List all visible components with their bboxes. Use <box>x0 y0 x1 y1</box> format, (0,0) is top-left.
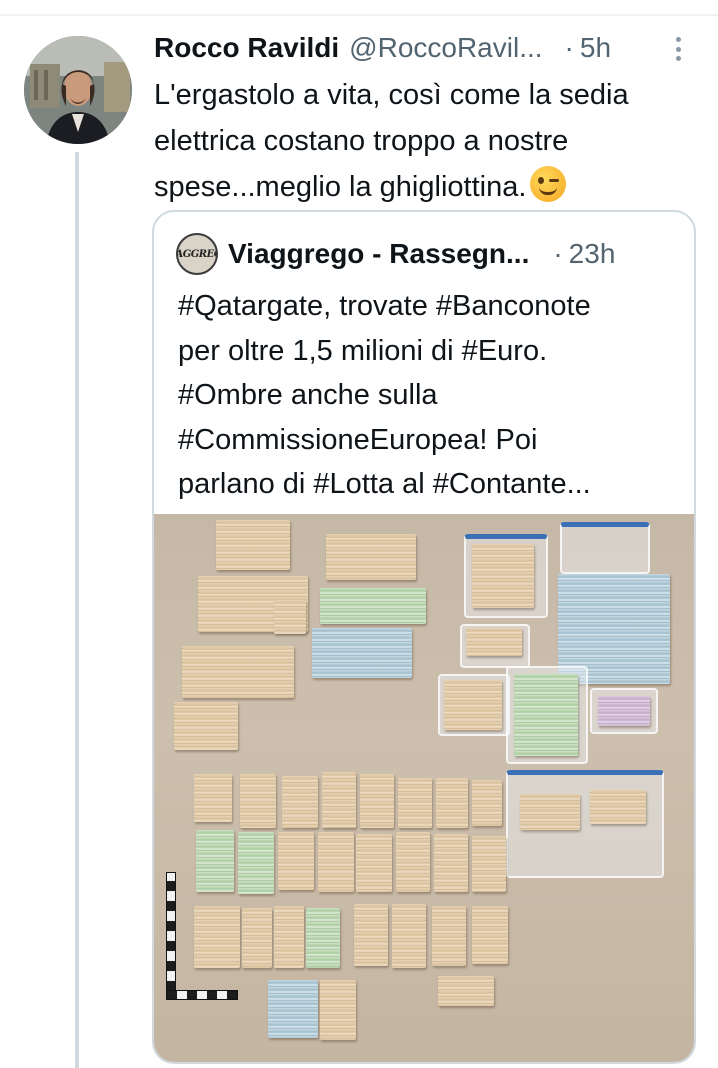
banknote-stack <box>306 908 340 968</box>
quoted-text-line: per oltre 1,5 milioni di #Euro. <box>178 334 548 367</box>
tweet-text-line: elettrica costano troppo a nostre <box>154 125 569 157</box>
banknote-stack <box>242 908 272 968</box>
tweet-text-line: spese...meglio la ghigliottina. <box>154 164 702 210</box>
banknote-stack <box>514 674 578 756</box>
banknote-stack <box>274 600 306 634</box>
banknote-stack <box>174 702 238 750</box>
quoted-separator-dot: · <box>553 238 563 269</box>
banknote-stack <box>194 774 232 822</box>
banknote-stack <box>472 544 534 608</box>
banknote-stack <box>444 680 502 730</box>
quoted-tweet-card[interactable]: VIAGGREGO Viaggrego - Rassegn... · 23h #… <box>152 210 696 1064</box>
quoted-text-line: #Ombre anche sulla <box>178 379 438 411</box>
banknote-stack <box>472 906 508 964</box>
banknote-stack <box>360 774 394 828</box>
top-divider <box>0 14 718 16</box>
banknote-stack <box>354 904 388 966</box>
tweet-text-line-content: spese...meglio la ghigliottina. <box>154 171 527 203</box>
banknote-stack <box>194 906 240 968</box>
banknote-stack <box>434 834 468 892</box>
banknote-stack <box>396 832 430 892</box>
more-vertical-icon[interactable] <box>668 34 688 64</box>
banknote-stack <box>320 588 426 624</box>
quoted-display-name: Viaggrego - Rassegn... <box>228 238 530 269</box>
separator-dot: · <box>564 32 574 63</box>
banknote-stack <box>356 834 392 892</box>
quoted-avatar-logo-text: VIAGGREGO <box>176 248 216 260</box>
tweet-text-line: L'ergastolo a vita, così come la sedia <box>154 79 629 111</box>
quoted-tweet-photo[interactable] <box>154 514 694 1062</box>
banknote-stack <box>590 790 646 824</box>
quoted-text-line: parlano di #Lotta al #Contante... <box>178 468 591 500</box>
timestamp[interactable]: 5h <box>580 28 611 68</box>
banknote-stack <box>392 904 426 968</box>
banknote-stack <box>472 780 502 826</box>
forensic-scale-ruler <box>166 872 176 992</box>
banknote-stack <box>520 794 580 830</box>
quoted-avatar-logo: VIAGGREGO <box>176 233 218 275</box>
banknote-stack <box>318 832 354 892</box>
thread-line <box>75 152 79 1068</box>
handle[interactable]: @RoccoRavil... <box>349 28 542 68</box>
quoted-timestamp: 23h <box>568 238 616 269</box>
display-name[interactable]: Rocco Ravildi <box>154 28 339 68</box>
tweet-header: Rocco Ravildi @RoccoRavil... · 5h <box>154 28 694 68</box>
banknote-stack <box>598 696 650 726</box>
banknote-stack <box>326 534 416 580</box>
quoted-tweet-text: #Qatargate, trovate #Banconote per oltre… <box>178 284 678 507</box>
banknote-stack <box>436 778 468 828</box>
banknote-stack <box>216 520 290 570</box>
banknote-stack <box>322 772 356 828</box>
banknote-stack <box>238 832 274 894</box>
forensic-scale-ruler <box>166 990 238 1000</box>
evidence-bag <box>560 522 650 574</box>
banknote-stack <box>278 832 314 890</box>
avatar[interactable] <box>24 36 132 144</box>
banknote-stack <box>432 906 466 966</box>
banknote-stack <box>274 906 304 968</box>
tweet-text: L'ergastolo a vita, così come la sedia e… <box>154 72 702 210</box>
quoted-text-line: #Qatargate, trovate #Banconote <box>178 290 591 322</box>
quoted-text-line: #CommissioneEuropea! Poi <box>178 423 538 456</box>
banknote-stack <box>312 628 412 678</box>
banknote-stack <box>466 628 522 656</box>
winking-face-emoji <box>530 166 567 202</box>
quoted-tweet-header: VIAGGREGO Viaggrego - Rassegn... · 23h <box>176 233 676 275</box>
profile-photo <box>24 36 132 144</box>
banknote-stack <box>398 778 432 828</box>
banknote-stack <box>182 646 294 698</box>
banknote-stack <box>438 976 494 1006</box>
banknote-stack <box>196 830 234 892</box>
banknote-stack <box>240 774 276 828</box>
banknote-stack <box>282 776 318 828</box>
banknote-stack <box>320 980 356 1040</box>
banknote-stack <box>472 836 506 892</box>
banknote-stack <box>268 980 318 1038</box>
